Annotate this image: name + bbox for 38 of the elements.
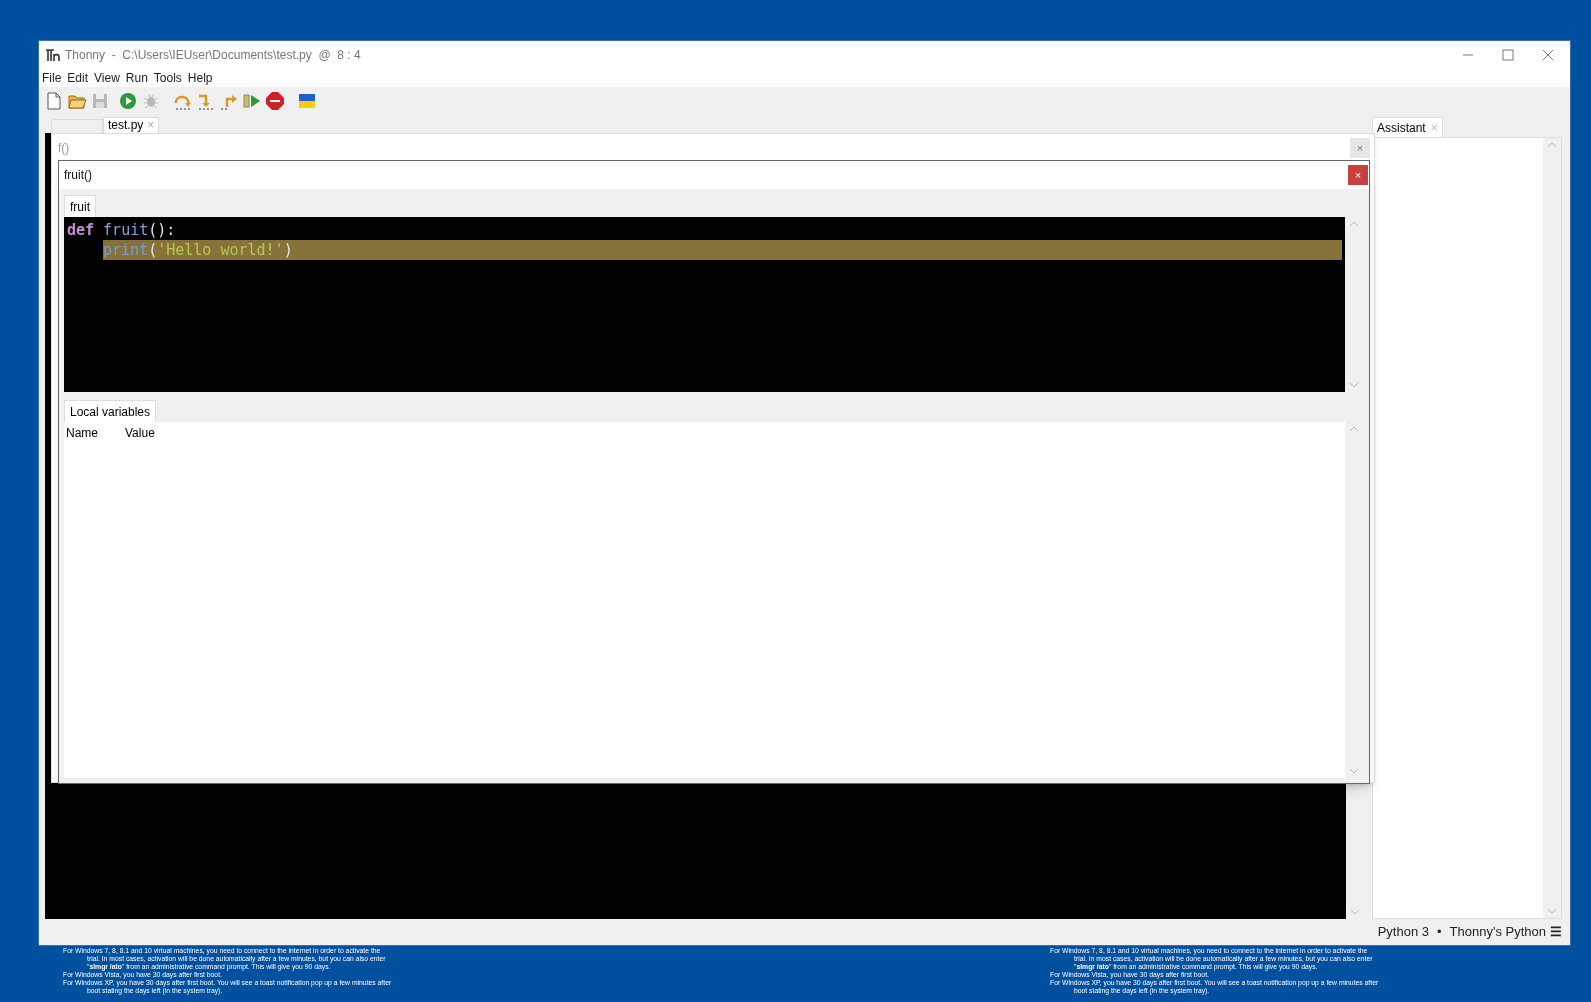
scroll-up-icon[interactable] <box>1350 221 1358 226</box>
menu-item[interactable]: Help <box>187 69 213 87</box>
popup-title: f() <box>58 140 70 157</box>
code-line: def fruit(): <box>67 220 176 240</box>
new-file-icon[interactable] <box>44 91 64 111</box>
app-logo-icon <box>45 48 61 62</box>
menu-item[interactable]: File <box>42 69 62 87</box>
scroll-down-icon[interactable] <box>1350 769 1358 774</box>
close-icon[interactable] <box>1542 49 1554 61</box>
scroll-down-icon[interactable] <box>1548 909 1556 914</box>
code-line: print('Hello world!') <box>103 240 293 260</box>
function-tab[interactable]: fruit <box>64 195 96 217</box>
backend-label[interactable]: Thonny's Python <box>1449 922 1546 942</box>
close-button[interactable]: × <box>1350 138 1370 158</box>
popup-title: fruit() <box>64 167 92 184</box>
menu-icon[interactable]: ☰ <box>1550 922 1562 942</box>
scroll-up-icon[interactable] <box>1548 142 1556 147</box>
maximize-icon[interactable] <box>1502 49 1514 61</box>
scroll-down-icon[interactable] <box>1350 383 1358 388</box>
column-header[interactable]: Name <box>66 424 125 442</box>
menu-item[interactable]: Run <box>125 69 148 87</box>
scroll-down-icon[interactable] <box>1351 910 1359 915</box>
menu-item[interactable]: Edit <box>67 69 89 87</box>
stop-sign-icon[interactable] <box>265 91 285 111</box>
assistant-tab[interactable]: Assistant × <box>1372 117 1443 137</box>
column-header[interactable]: Value <box>125 424 184 442</box>
menu-item[interactable]: Tools <box>153 69 182 87</box>
interpreter-label[interactable]: Python 3 <box>1377 922 1429 942</box>
scroll-up-icon[interactable] <box>1350 426 1358 431</box>
play-icon[interactable] <box>118 91 138 111</box>
menu-item[interactable]: View <box>94 69 120 87</box>
editor-tab[interactable]: test.py × <box>103 117 160 133</box>
window-title: Thonny - C:\Users\IEUser\Documents\test.py @ 8 : 4 <box>65 47 361 64</box>
close-button[interactable]: × <box>1348 165 1368 185</box>
separator-dot: • <box>1437 923 1442 942</box>
resume-icon[interactable] <box>242 91 262 111</box>
flag-icon[interactable] <box>297 91 317 111</box>
variables-tab[interactable]: Local variables <box>64 400 157 422</box>
